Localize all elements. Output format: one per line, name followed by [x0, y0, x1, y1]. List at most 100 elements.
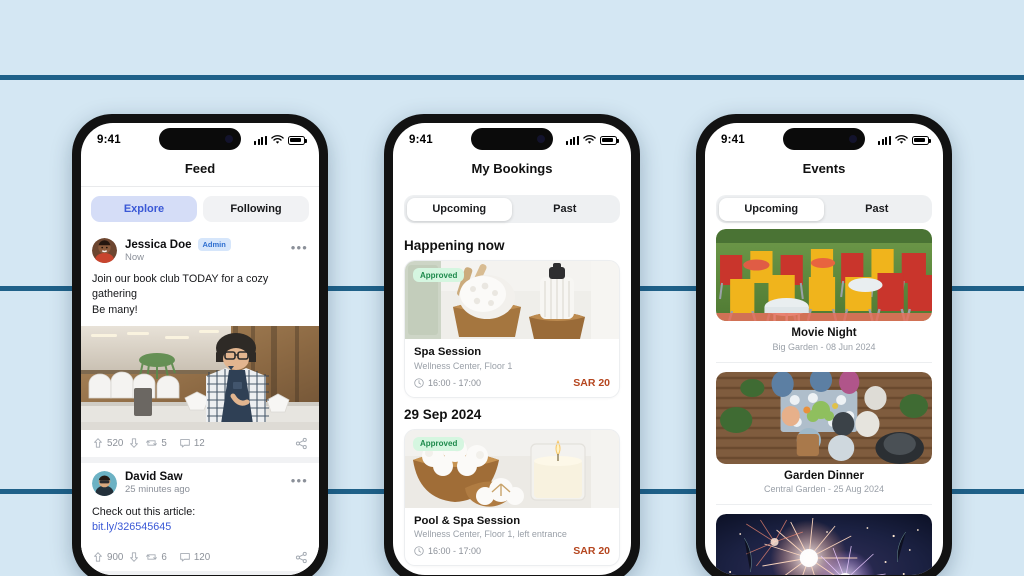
repost-icon: [146, 554, 158, 560]
post-photo[interactable]: [81, 325, 319, 430]
phone-events: 9:41 Events Upcoming Past Movie Night Bi…: [696, 114, 952, 576]
avatar[interactable]: [92, 238, 117, 263]
comment-count: 12: [193, 437, 205, 449]
upvote-count: 900: [107, 551, 124, 563]
event-title: Movie Night: [791, 327, 857, 339]
status-icons: [253, 135, 307, 145]
author-name: David Saw: [125, 471, 183, 484]
upvote-action[interactable]: 520: [92, 437, 123, 449]
post-link[interactable]: bit.ly/326545645: [92, 520, 308, 535]
more-horizontal-icon[interactable]: •••: [291, 241, 308, 260]
post-divider: [81, 570, 319, 575]
tab-past[interactable]: Past: [824, 198, 930, 221]
battery-icon: [288, 135, 307, 145]
comment-count: 120: [193, 551, 211, 563]
cellular-bars-icon: [877, 135, 891, 145]
booking-price: SAR 20: [573, 376, 610, 389]
repost-action[interactable]: 6: [145, 551, 167, 563]
dynamic-island: [471, 128, 553, 150]
event-card[interactable]: Movie Night Big Garden - 08 Jun 2024: [716, 229, 932, 352]
wifi-icon: [583, 135, 596, 144]
comment-action[interactable]: 12: [179, 437, 205, 449]
post-text: Join our book club TODAY for a cozy gath…: [81, 267, 319, 326]
tab-upcoming[interactable]: Upcoming: [718, 197, 824, 221]
booking-details: Spa Session Wellness Center, Floor 1 16:…: [405, 339, 619, 397]
post-timestamp: Now: [125, 251, 145, 263]
cellular-bars-icon: [565, 135, 579, 145]
repost-action[interactable]: 5: [145, 437, 167, 449]
tab-explore[interactable]: Explore: [91, 196, 197, 222]
booking-location: Wellness Center, Floor 1, left entrance: [414, 529, 567, 539]
tab-upcoming[interactable]: Upcoming: [406, 197, 512, 221]
downvote-arrow-icon[interactable]: [128, 551, 140, 563]
events-list[interactable]: Movie Night Big Garden - 08 Jun 2024 Gar…: [705, 229, 943, 575]
booking-time: 16:00 - 17:00: [414, 378, 481, 388]
status-time: 9:41: [721, 134, 745, 146]
event-card[interactable]: [716, 514, 932, 575]
post-item[interactable]: David Saw 25 minutes ago ••• Check out t…: [81, 462, 319, 571]
booking-photo: Approved: [405, 429, 619, 508]
post-author: Jessica Doe Admin: [125, 238, 283, 251]
booking-card[interactable]: Approved Spa Session Wellness Center, Fl…: [404, 260, 620, 398]
post-text: Check out this article: bit.ly/326545645: [81, 500, 319, 544]
upvote-action[interactable]: 900: [92, 551, 123, 563]
status-badge: Approved: [413, 436, 465, 451]
screen-events: 9:41 Events Upcoming Past Movie Night Bi…: [705, 123, 943, 575]
event-photo: [716, 371, 932, 464]
phone-bookings: 9:41 My Bookings Upcoming Past Happening…: [384, 114, 640, 576]
share-icon[interactable]: [295, 437, 308, 450]
dynamic-island: [159, 128, 241, 150]
status-bar: 9:41: [705, 123, 943, 153]
status-badge: Admin: [197, 238, 231, 251]
event-photo: [716, 229, 932, 321]
post-author: David Saw: [125, 471, 283, 483]
tab-past[interactable]: Past: [512, 198, 618, 221]
post-actions: 900 6 120: [81, 544, 319, 571]
event-divider: [716, 361, 932, 363]
author-name: Jessica Doe: [125, 238, 192, 251]
section-title: 29 Sep 2024: [404, 406, 482, 422]
event-title: Garden Dinner: [784, 469, 864, 482]
tab-following[interactable]: Following: [203, 196, 309, 222]
comment-bubble-icon: [180, 553, 190, 562]
post-timestamp: 25 minutes ago: [125, 484, 190, 496]
status-icons: [877, 135, 931, 145]
bookings-list[interactable]: Happening now Approved Spa Session Welln…: [393, 229, 631, 575]
post-item[interactable]: Jessica Doe Admin Now ••• Join our book …: [81, 230, 319, 457]
repost-count: 6: [161, 551, 167, 563]
repost-count: 5: [161, 437, 167, 449]
booking-card[interactable]: Approved Pool & Spa Session Wellness Cen…: [404, 428, 620, 566]
booking-price: SAR 20: [573, 545, 610, 557]
share-icon[interactable]: [295, 551, 308, 564]
status-time: 9:41: [97, 134, 121, 146]
booking-title: Spa Session: [414, 346, 482, 358]
status-icons: [565, 135, 619, 145]
booking-location: Wellness Center, Floor 1: [414, 360, 513, 371]
clock-icon: [414, 546, 424, 556]
upvote-arrow-icon: [94, 438, 102, 449]
upvote-arrow-icon: [94, 552, 102, 562]
more-horizontal-icon[interactable]: •••: [291, 474, 308, 493]
front-camera-icon: [849, 135, 857, 143]
events-tabs: Upcoming Past: [716, 195, 932, 223]
feed-list[interactable]: Jessica Doe Admin Now ••• Join our book …: [81, 230, 319, 575]
post-text-line1: Join our book club TODAY for a cozy gath…: [92, 273, 269, 301]
clock-icon: [414, 377, 424, 388]
dynamic-island: [783, 128, 865, 150]
post-text-line1: Check out this article:: [92, 505, 196, 518]
event-card[interactable]: Garden Dinner Central Garden - 25 Aug 20…: [716, 371, 932, 494]
front-camera-icon: [537, 135, 545, 143]
comment-action[interactable]: 120: [179, 551, 210, 563]
post-meta: David Saw 25 minutes ago: [125, 471, 283, 495]
feed-tabs: Explore Following: [81, 187, 319, 230]
event-divider: [716, 504, 932, 505]
decorative-rule-top: [0, 75, 1024, 80]
wifi-icon: [895, 135, 908, 144]
screen-feed: 9:41 Feed Explore Following Jessica Doe …: [81, 123, 319, 575]
avatar[interactable]: [92, 470, 117, 496]
downvote-arrow-icon[interactable]: [128, 437, 140, 449]
battery-icon: [600, 135, 619, 145]
upvote-count: 520: [107, 437, 124, 449]
scene: 9:41 Feed Explore Following Jessica Doe …: [0, 0, 1024, 576]
event-subtitle: Big Garden - 08 Jun 2024: [772, 341, 876, 352]
